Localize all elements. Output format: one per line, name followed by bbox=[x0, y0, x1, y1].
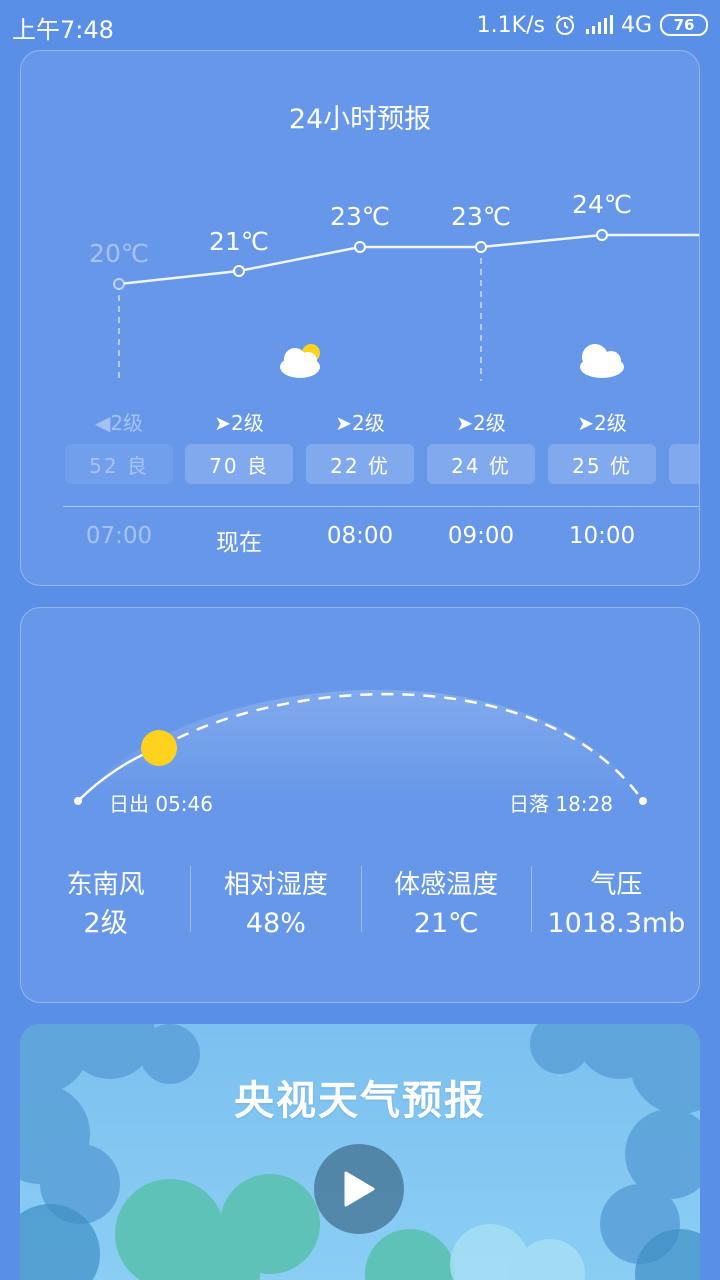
sunset-time: 日落 18:28 bbox=[509, 792, 613, 816]
network-type: 4G bbox=[620, 12, 652, 38]
hour-wind: ➤2级 bbox=[577, 411, 627, 435]
video-title: 央视天气预报 bbox=[234, 1078, 486, 1124]
hour-time: 09:00 bbox=[447, 523, 515, 549]
hour-wind: ◀2级 bbox=[94, 411, 144, 435]
detail-value: 2级 bbox=[83, 908, 128, 939]
detail-label: 气压 bbox=[590, 870, 643, 900]
hour-wind: ➤2级 bbox=[214, 411, 264, 435]
detail-humidity: 相对湿度 48% bbox=[190, 866, 360, 939]
hour-time: 07:00 bbox=[85, 523, 153, 549]
play-icon bbox=[344, 1171, 375, 1207]
sun-icon bbox=[141, 730, 177, 766]
aqi-badge: 70 良 bbox=[185, 444, 293, 484]
status-time: 上午7:48 bbox=[12, 16, 114, 44]
detail-label: 东南风 bbox=[66, 870, 145, 900]
detail-label: 体感温度 bbox=[394, 870, 499, 900]
detail-value: 1018.3mb bbox=[547, 908, 686, 939]
aqi-value: 22 优 bbox=[330, 453, 390, 478]
aqi-value: 52 良 bbox=[89, 453, 149, 478]
aqi-badge: 24 优 bbox=[427, 444, 535, 484]
hour-wind: ➤2级 bbox=[335, 411, 385, 435]
detail-value: 48% bbox=[245, 908, 306, 939]
aqi-badge: 25 优 bbox=[548, 444, 656, 484]
sunrise-time: 日出 05:46 bbox=[109, 792, 213, 816]
status-right: 1.1K/s 4G 76 bbox=[477, 10, 708, 40]
play-button[interactable] bbox=[314, 1144, 404, 1234]
status-bar: 上午7:48 1.1K/s 4G 76 bbox=[0, 0, 720, 50]
hour-time: 08:00 bbox=[326, 523, 394, 549]
hourly-divider bbox=[63, 506, 699, 507]
aqi-badge: 52 良 bbox=[65, 444, 173, 484]
hour-temp: 23℃ bbox=[330, 202, 390, 231]
aqi-badge: 2 bbox=[669, 444, 699, 484]
battery-level: 76 bbox=[673, 16, 695, 34]
detail-value: 21℃ bbox=[413, 908, 479, 939]
detail-feels-like: 体感温度 21℃ bbox=[360, 866, 531, 939]
hour-wind: ➤2级 bbox=[456, 411, 506, 435]
hour-temp: 24℃ bbox=[572, 190, 632, 219]
hour-time: 现在 bbox=[216, 530, 262, 556]
detail-label: 相对湿度 bbox=[223, 870, 328, 900]
hour-temp: 2 bbox=[661, 190, 699, 219]
hour-temp: 23℃ bbox=[451, 202, 511, 231]
aqi-value: 25 优 bbox=[572, 453, 632, 478]
aqi-value: 24 优 bbox=[451, 453, 511, 478]
video-card[interactable]: 央视天气预报 bbox=[20, 1024, 700, 1280]
net-speed: 1.1K/s bbox=[476, 12, 545, 38]
hour-temp: 20℃ bbox=[89, 239, 149, 268]
sun-details-card: 日出 05:46 日落 18:28 东南风 2级 相对湿度 48% 体感温度 2… bbox=[20, 607, 700, 1003]
aqi-value: 70 良 bbox=[209, 453, 269, 478]
hour-temp: 21℃ bbox=[209, 227, 269, 256]
detail-wind: 东南风 2级 bbox=[21, 866, 190, 939]
aqi-badge: 22 优 bbox=[306, 444, 414, 484]
signal-icon bbox=[585, 15, 613, 34]
cloudy-icon bbox=[580, 344, 624, 378]
weather-details: 东南风 2级 相对湿度 48% 体感温度 21℃ 气压 1018.3mb bbox=[21, 866, 701, 939]
detail-pressure: 气压 1018.3mb bbox=[530, 866, 701, 939]
hourly-forecast-card[interactable]: 24小时预报 20℃ 21℃ 23℃ 23℃ 24℃ 2 ◀2级 ➤2级 ➤2级… bbox=[20, 50, 700, 586]
battery-icon: 76 bbox=[660, 14, 708, 36]
hour-time: 1 bbox=[661, 523, 699, 549]
hour-time: 10:00 bbox=[568, 523, 636, 549]
alarm-icon bbox=[555, 15, 574, 35]
partly-cloudy-icon bbox=[280, 344, 320, 378]
